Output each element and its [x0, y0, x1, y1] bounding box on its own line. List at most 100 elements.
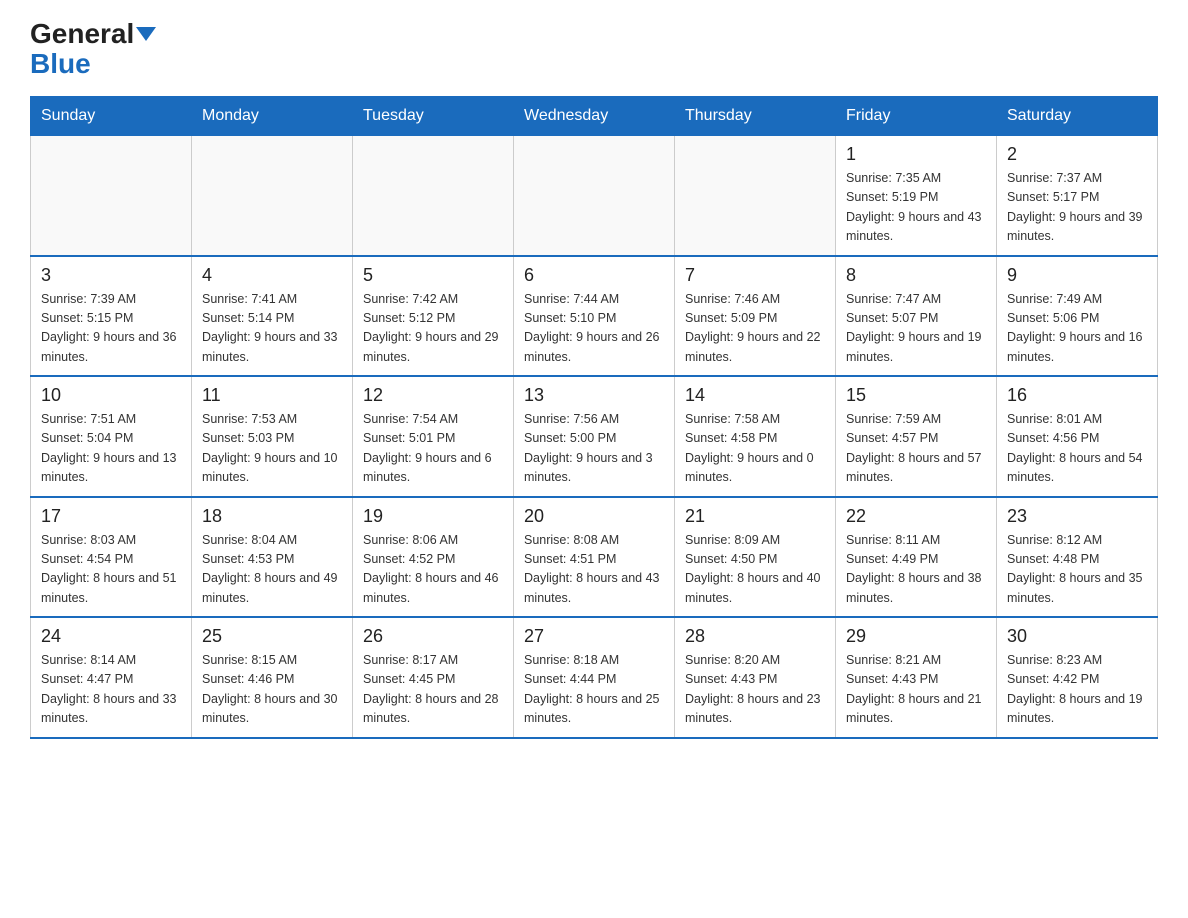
day-number: 14 — [685, 385, 825, 406]
day-number: 4 — [202, 265, 342, 286]
weekday-header-monday: Monday — [192, 97, 353, 136]
calendar-cell — [675, 136, 836, 256]
day-info: Sunrise: 8:23 AMSunset: 4:42 PMDaylight:… — [1007, 651, 1147, 729]
weekday-header-tuesday: Tuesday — [353, 97, 514, 136]
calendar-cell: 14 Sunrise: 7:58 AMSunset: 4:58 PMDayligh… — [675, 376, 836, 497]
day-info: Sunrise: 7:54 AMSunset: 5:01 PMDaylight:… — [363, 410, 503, 488]
day-info: Sunrise: 8:11 AMSunset: 4:49 PMDaylight:… — [846, 531, 986, 609]
calendar-cell: 4 Sunrise: 7:41 AMSunset: 5:14 PMDaylight… — [192, 256, 353, 377]
day-info: Sunrise: 8:01 AMSunset: 4:56 PMDaylight:… — [1007, 410, 1147, 488]
day-info: Sunrise: 7:39 AMSunset: 5:15 PMDaylight:… — [41, 290, 181, 368]
calendar-cell: 7 Sunrise: 7:46 AMSunset: 5:09 PMDaylight… — [675, 256, 836, 377]
logo-blue-text: Blue — [30, 50, 91, 78]
day-number: 29 — [846, 626, 986, 647]
day-number: 22 — [846, 506, 986, 527]
day-number: 5 — [363, 265, 503, 286]
calendar-week-row: 1Sunrise: 7:35 AMSunset: 5:19 PMDaylight… — [31, 136, 1158, 256]
day-number: 11 — [202, 385, 342, 406]
day-info: Sunrise: 8:17 AMSunset: 4:45 PMDaylight:… — [363, 651, 503, 729]
calendar-table: SundayMondayTuesdayWednesdayThursdayFrid… — [30, 96, 1158, 739]
calendar-week-row: 3 Sunrise: 7:39 AMSunset: 5:15 PMDaylight… — [31, 256, 1158, 377]
calendar-cell: 15 Sunrise: 7:59 AMSunset: 4:57 PMDayligh… — [836, 376, 997, 497]
day-info: Sunrise: 8:04 AMSunset: 4:53 PMDaylight:… — [202, 531, 342, 609]
day-info: Sunrise: 7:51 AMSunset: 5:04 PMDaylight:… — [41, 410, 181, 488]
calendar-cell: 12 Sunrise: 7:54 AMSunset: 5:01 PMDayligh… — [353, 376, 514, 497]
calendar-cell: 8Sunrise: 7:47 AMSunset: 5:07 PMDaylight… — [836, 256, 997, 377]
day-number: 28 — [685, 626, 825, 647]
day-number: 1 — [846, 144, 986, 165]
weekday-header-thursday: Thursday — [675, 97, 836, 136]
day-info: Sunrise: 7:41 AMSunset: 5:14 PMDaylight:… — [202, 290, 342, 368]
weekday-header-friday: Friday — [836, 97, 997, 136]
logo-triangle-icon — [136, 27, 156, 41]
day-info: Sunrise: 8:09 AMSunset: 4:50 PMDaylight:… — [685, 531, 825, 609]
day-info: Sunrise: 8:15 AMSunset: 4:46 PMDaylight:… — [202, 651, 342, 729]
day-number: 13 — [524, 385, 664, 406]
day-number: 21 — [685, 506, 825, 527]
day-number: 27 — [524, 626, 664, 647]
calendar-cell — [514, 136, 675, 256]
day-info: Sunrise: 7:37 AMSunset: 5:17 PMDaylight:… — [1007, 169, 1147, 247]
day-number: 15 — [846, 385, 986, 406]
calendar-week-row: 17 Sunrise: 8:03 AMSunset: 4:54 PMDayligh… — [31, 497, 1158, 618]
day-info: Sunrise: 8:14 AMSunset: 4:47 PMDaylight:… — [41, 651, 181, 729]
calendar-cell: 18 Sunrise: 8:04 AMSunset: 4:53 PMDayligh… — [192, 497, 353, 618]
day-number: 24 — [41, 626, 181, 647]
day-info: Sunrise: 8:18 AMSunset: 4:44 PMDaylight:… — [524, 651, 664, 729]
calendar-cell: 3 Sunrise: 7:39 AMSunset: 5:15 PMDaylight… — [31, 256, 192, 377]
day-number: 7 — [685, 265, 825, 286]
day-number: 16 — [1007, 385, 1147, 406]
day-info: Sunrise: 8:03 AMSunset: 4:54 PMDaylight:… — [41, 531, 181, 609]
calendar-cell: 30 Sunrise: 8:23 AMSunset: 4:42 PMDayligh… — [997, 617, 1158, 738]
calendar-cell: 2 Sunrise: 7:37 AMSunset: 5:17 PMDaylight… — [997, 136, 1158, 256]
calendar-week-row: 10 Sunrise: 7:51 AMSunset: 5:04 PMDayligh… — [31, 376, 1158, 497]
day-number: 17 — [41, 506, 181, 527]
weekday-header-wednesday: Wednesday — [514, 97, 675, 136]
day-number: 10 — [41, 385, 181, 406]
calendar-cell: 16 Sunrise: 8:01 AMSunset: 4:56 PMDayligh… — [997, 376, 1158, 497]
logo: General Blue — [30, 20, 156, 78]
day-info: Sunrise: 7:46 AMSunset: 5:09 PMDaylight:… — [685, 290, 825, 368]
day-info: Sunrise: 8:08 AMSunset: 4:51 PMDaylight:… — [524, 531, 664, 609]
day-number: 12 — [363, 385, 503, 406]
calendar-cell: 21 Sunrise: 8:09 AMSunset: 4:50 PMDayligh… — [675, 497, 836, 618]
day-number: 25 — [202, 626, 342, 647]
calendar-cell: 9Sunrise: 7:49 AMSunset: 5:06 PMDaylight… — [997, 256, 1158, 377]
calendar-cell: 23 Sunrise: 8:12 AMSunset: 4:48 PMDayligh… — [997, 497, 1158, 618]
day-info: Sunrise: 8:06 AMSunset: 4:52 PMDaylight:… — [363, 531, 503, 609]
day-info: Sunrise: 7:53 AMSunset: 5:03 PMDaylight:… — [202, 410, 342, 488]
day-info: Sunrise: 8:21 AMSunset: 4:43 PMDaylight:… — [846, 651, 986, 729]
calendar-cell: 17 Sunrise: 8:03 AMSunset: 4:54 PMDayligh… — [31, 497, 192, 618]
day-number: 23 — [1007, 506, 1147, 527]
day-number: 2 — [1007, 144, 1147, 165]
calendar-cell — [192, 136, 353, 256]
calendar-cell: 19 Sunrise: 8:06 AMSunset: 4:52 PMDayligh… — [353, 497, 514, 618]
calendar-cell: 6Sunrise: 7:44 AMSunset: 5:10 PMDaylight… — [514, 256, 675, 377]
day-info: Sunrise: 7:44 AMSunset: 5:10 PMDaylight:… — [524, 290, 664, 368]
day-number: 30 — [1007, 626, 1147, 647]
calendar-cell: 1Sunrise: 7:35 AMSunset: 5:19 PMDaylight… — [836, 136, 997, 256]
day-number: 26 — [363, 626, 503, 647]
calendar-cell: 25 Sunrise: 8:15 AMSunset: 4:46 PMDayligh… — [192, 617, 353, 738]
logo-general-text: General — [30, 20, 134, 48]
calendar-cell: 5Sunrise: 7:42 AMSunset: 5:12 PMDaylight… — [353, 256, 514, 377]
weekday-header-sunday: Sunday — [31, 97, 192, 136]
calendar-week-row: 24 Sunrise: 8:14 AMSunset: 4:47 PMDayligh… — [31, 617, 1158, 738]
calendar-cell: 10 Sunrise: 7:51 AMSunset: 5:04 PMDayligh… — [31, 376, 192, 497]
calendar-cell: 29 Sunrise: 8:21 AMSunset: 4:43 PMDayligh… — [836, 617, 997, 738]
day-info: Sunrise: 7:59 AMSunset: 4:57 PMDaylight:… — [846, 410, 986, 488]
day-info: Sunrise: 7:56 AMSunset: 5:00 PMDaylight:… — [524, 410, 664, 488]
calendar-cell: 24 Sunrise: 8:14 AMSunset: 4:47 PMDayligh… — [31, 617, 192, 738]
weekday-header-row: SundayMondayTuesdayWednesdayThursdayFrid… — [31, 97, 1158, 136]
calendar-cell: 27 Sunrise: 8:18 AMSunset: 4:44 PMDayligh… — [514, 617, 675, 738]
calendar-cell: 22 Sunrise: 8:11 AMSunset: 4:49 PMDayligh… — [836, 497, 997, 618]
calendar-cell: 11 Sunrise: 7:53 AMSunset: 5:03 PMDayligh… — [192, 376, 353, 497]
day-number: 18 — [202, 506, 342, 527]
day-number: 19 — [363, 506, 503, 527]
calendar-cell: 26 Sunrise: 8:17 AMSunset: 4:45 PMDayligh… — [353, 617, 514, 738]
day-number: 3 — [41, 265, 181, 286]
day-number: 20 — [524, 506, 664, 527]
calendar-cell — [31, 136, 192, 256]
day-info: Sunrise: 7:58 AMSunset: 4:58 PMDaylight:… — [685, 410, 825, 488]
day-info: Sunrise: 8:12 AMSunset: 4:48 PMDaylight:… — [1007, 531, 1147, 609]
